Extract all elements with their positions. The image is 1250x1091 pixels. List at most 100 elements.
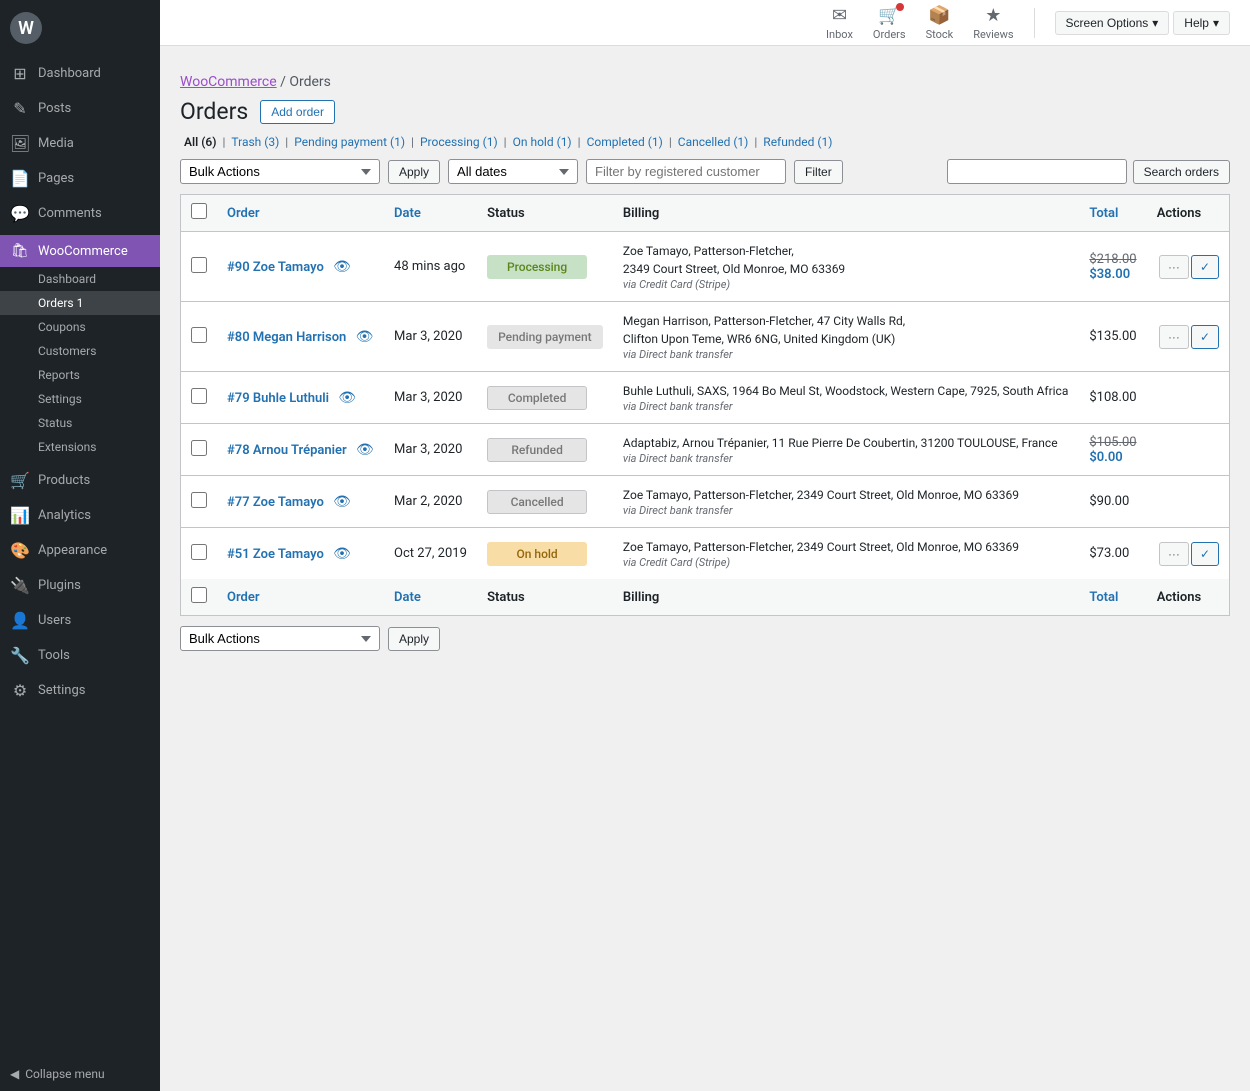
wp-logo-icon: W <box>10 12 42 44</box>
view-order-icon-51[interactable]: 👁 <box>333 546 351 562</box>
topbar-divider <box>1034 8 1035 38</box>
row-checkbox-78[interactable] <box>191 440 207 456</box>
sidebar-item-woocommerce[interactable]: 🛍 WooCommerce <box>0 235 160 267</box>
sidebar-sub-woo-customers[interactable]: Customers <box>0 339 160 363</box>
users-icon: 👤 <box>10 611 30 630</box>
order-footer-header[interactable]: Order <box>217 579 384 616</box>
total-footer-header[interactable]: Total <box>1079 579 1146 616</box>
filter-tab-refunded[interactable]: Refunded (1) <box>759 135 836 149</box>
sidebar: W ⊞ Dashboard ✎ Posts 🖼 Media 📄 Pages 💬 … <box>0 0 160 1091</box>
apply-button-bottom[interactable]: Apply <box>388 627 440 651</box>
sidebar-item-analytics[interactable]: 📊 Analytics <box>0 498 160 533</box>
collapse-menu[interactable]: ◀ Collapse menu <box>0 1057 160 1091</box>
sidebar-logo[interactable]: W <box>0 0 160 56</box>
order-link-51[interactable]: #51 Zoe Tamayo <box>227 547 324 562</box>
sidebar-item-plugins[interactable]: 🔌 Plugins <box>0 568 160 603</box>
complete-action-button-90[interactable]: ✓ <box>1191 255 1219 279</box>
help-button[interactable]: Help ▾ <box>1173 11 1230 35</box>
add-order-button[interactable]: Add order <box>260 100 335 124</box>
topbar-inbox[interactable]: ✉ Inbox <box>826 5 853 41</box>
row-checkbox-51[interactable] <box>191 544 207 560</box>
filter-tab-cancelled[interactable]: Cancelled (1) <box>674 135 753 149</box>
screen-options-button[interactable]: Screen Options ▾ <box>1055 11 1170 35</box>
order-date-90: 48 mins ago <box>384 232 477 302</box>
sidebar-item-posts[interactable]: ✎ Posts <box>0 91 160 126</box>
actions-78 <box>1147 424 1230 476</box>
complete-action-button-80[interactable]: ✓ <box>1191 325 1219 349</box>
sidebar-item-comments[interactable]: 💬 Comments <box>0 196 160 231</box>
topbar-orders[interactable]: 🛒 Orders <box>873 5 906 41</box>
filter-button[interactable]: Filter <box>794 160 843 184</box>
bulk-actions-select[interactable]: Bulk Actions Mark processing Mark on-hol… <box>180 159 380 184</box>
sidebar-item-products[interactable]: 🛒 Products <box>0 463 160 498</box>
orders-table: Order Date Status Billing Total Actions … <box>180 194 1230 616</box>
order-date-51: Oct 27, 2019 <box>384 528 477 580</box>
table-row: #79 Buhle Luthuli 👁Mar 3, 2020CompletedB… <box>181 372 1230 424</box>
row-checkbox-79[interactable] <box>191 388 207 404</box>
breadcrumb-woocommerce-link[interactable]: WooCommerce <box>180 74 277 90</box>
sidebar-item-tools[interactable]: 🔧 Tools <box>0 638 160 673</box>
bulk-actions-select-bottom[interactable]: Bulk Actions Mark processing Mark on-hol… <box>180 626 380 651</box>
sidebar-sub-woo-orders[interactable]: Orders 1 <box>0 291 160 315</box>
topbar-stock[interactable]: 📦 Stock <box>926 5 954 41</box>
filter-tab-pending[interactable]: Pending payment (1) <box>290 135 409 149</box>
customer-filter-input[interactable] <box>586 159 786 184</box>
collapse-icon: ◀ <box>10 1067 19 1081</box>
more-actions-button-90[interactable]: ··· <box>1159 255 1189 279</box>
sidebar-item-users[interactable]: 👤 Users <box>0 603 160 638</box>
view-order-icon-77[interactable]: 👁 <box>333 494 351 510</box>
sidebar-sub-woo-status[interactable]: Status <box>0 411 160 435</box>
view-order-icon-78[interactable]: 👁 <box>356 442 374 458</box>
sidebar-sub-woo-extensions[interactable]: Extensions <box>0 435 160 459</box>
topbar-reviews[interactable]: ★ Reviews <box>973 5 1013 41</box>
order-link-78[interactable]: #78 Arnou Trépanier <box>227 443 347 458</box>
view-order-icon-90[interactable]: 👁 <box>333 259 351 275</box>
sidebar-item-media[interactable]: 🖼 Media <box>0 126 160 161</box>
date-filter-select[interactable]: All dates January 2020 March 2020 Octobe… <box>448 159 578 184</box>
total-51: $73.00 <box>1079 528 1146 580</box>
view-order-icon-80[interactable]: 👁 <box>356 329 374 345</box>
dashboard-icon: ⊞ <box>10 64 30 83</box>
search-orders-button[interactable]: Search orders <box>1133 160 1230 184</box>
filter-tab-onhold[interactable]: On hold (1) <box>509 135 576 149</box>
date-column-header[interactable]: Date <box>384 195 477 232</box>
select-all-column <box>181 195 218 232</box>
order-column-header[interactable]: Order <box>217 195 384 232</box>
filter-tab-processing[interactable]: Processing (1) <box>416 135 502 149</box>
select-all-footer-checkbox[interactable] <box>191 587 207 603</box>
order-link-77[interactable]: #77 Zoe Tamayo <box>227 495 324 510</box>
status-footer-header: Status <box>477 579 613 616</box>
sidebar-item-appearance[interactable]: 🎨 Appearance <box>0 533 160 568</box>
sidebar-sub-woo-reports[interactable]: Reports <box>0 363 160 387</box>
more-actions-button-51[interactable]: ··· <box>1159 542 1189 566</box>
row-checkbox-77[interactable] <box>191 492 207 508</box>
sidebar-sub-woo-coupons[interactable]: Coupons <box>0 315 160 339</box>
breadcrumb-current: Orders <box>289 74 331 90</box>
total-column-header[interactable]: Total <box>1079 195 1146 232</box>
date-footer-header[interactable]: Date <box>384 579 477 616</box>
complete-action-button-51[interactable]: ✓ <box>1191 542 1219 566</box>
order-link-80[interactable]: #80 Megan Harrison <box>227 330 346 345</box>
sidebar-item-settings[interactable]: ⚙ Settings <box>0 673 160 708</box>
row-checkbox-90[interactable] <box>191 257 207 273</box>
filter-tab-trash[interactable]: Trash (3) <box>227 135 283 149</box>
sidebar-item-dashboard[interactable]: ⊞ Dashboard <box>0 56 160 91</box>
order-date-79: Mar 3, 2020 <box>384 372 477 424</box>
status-badge-79: Completed <box>487 386 587 410</box>
top-toolbar: Bulk Actions Mark processing Mark on-hol… <box>180 159 1230 184</box>
sidebar-sub-woo-dashboard[interactable]: Dashboard <box>0 267 160 291</box>
filter-tab-completed[interactable]: Completed (1) <box>583 135 667 149</box>
select-all-checkbox[interactable] <box>191 203 207 219</box>
sidebar-sub-woo-settings[interactable]: Settings <box>0 387 160 411</box>
sidebar-item-pages[interactable]: 📄 Pages <box>0 161 160 196</box>
actions-51: ···✓ <box>1147 528 1230 580</box>
search-input[interactable] <box>947 159 1127 184</box>
table-row: #90 Zoe Tamayo 👁48 mins agoProcessingZoe… <box>181 232 1230 302</box>
order-link-90[interactable]: #90 Zoe Tamayo <box>227 260 324 275</box>
row-checkbox-80[interactable] <box>191 327 207 343</box>
more-actions-button-80[interactable]: ··· <box>1159 325 1189 349</box>
apply-button-top[interactable]: Apply <box>388 160 440 184</box>
filter-tab-all[interactable]: All (6) <box>180 135 220 149</box>
order-link-79[interactable]: #79 Buhle Luthuli <box>227 391 329 406</box>
view-order-icon-79[interactable]: 👁 <box>338 390 356 406</box>
